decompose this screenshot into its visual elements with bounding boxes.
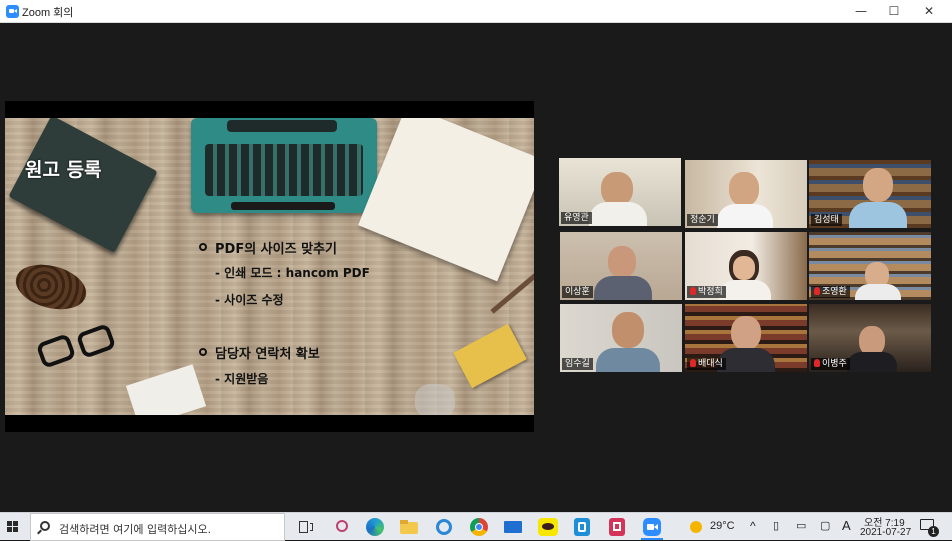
presentation-slide: 원고 등록 PDF의 사이즈 맞추기 - 인쇄 모드 : hancom PDF … xyxy=(5,118,534,415)
participant-name: 정순기 xyxy=(687,214,718,226)
muted-mic-icon xyxy=(814,287,820,295)
participant-name: 이상훈 xyxy=(562,286,593,298)
jar-image xyxy=(415,384,455,415)
glasses-image xyxy=(35,322,123,370)
muted-mic-icon xyxy=(690,359,696,367)
snipping-icon[interactable] xyxy=(332,517,352,537)
zoom-app-icon xyxy=(6,5,19,18)
window-title: Zoom 회의 xyxy=(22,7,74,19)
file-explorer-icon[interactable] xyxy=(399,517,419,537)
task-view-icon[interactable] xyxy=(296,517,316,537)
participant-name: 유영관 xyxy=(561,212,592,224)
internet-explorer-icon[interactable] xyxy=(434,517,454,537)
network-icon[interactable]: ▢ xyxy=(820,519,830,532)
video-tile[interactable]: 정순기 xyxy=(685,160,807,228)
usb-icon[interactable]: ▯ xyxy=(773,519,779,532)
bullet-marker xyxy=(199,348,207,356)
video-tile[interactable]: 김성태 xyxy=(809,160,931,228)
bullet-text: 담당자 연락처 확보 xyxy=(215,347,320,362)
slide-title: 원고 등록 xyxy=(25,159,102,181)
chrome-icon[interactable] xyxy=(469,517,489,537)
mail-icon[interactable] xyxy=(503,517,523,537)
video-tile[interactable]: 이상훈 xyxy=(560,232,682,300)
crop-app-icon[interactable] xyxy=(607,517,627,537)
chevron-up-icon[interactable]: ^ xyxy=(750,519,756,533)
battery-icon[interactable]: ▭ xyxy=(796,519,806,532)
video-tile[interactable]: 유영관 xyxy=(559,158,681,226)
typewriter-image xyxy=(191,118,377,213)
clock-date[interactable]: 2021-07-27 xyxy=(860,527,911,538)
zoom-window: Zoom 회의 — ☐ ✕ 원고 등록 PDF의 사이즈 맞추기 - 인쇄 모드… xyxy=(0,0,952,512)
taskbar-search[interactable]: 검색하려면 여기에 입력하십시오. xyxy=(30,513,285,541)
search-placeholder: 검색하려면 여기에 입력하십시오. xyxy=(59,523,212,536)
start-button[interactable] xyxy=(0,513,28,541)
video-tile[interactable]: 조영환 xyxy=(809,232,931,300)
participant-name: 김성태 xyxy=(811,214,842,226)
sub-bullet-text: - 인쇄 모드 : hancom PDF xyxy=(215,266,370,280)
sub-bullet-text: - 지원받음 xyxy=(215,372,269,386)
title-bar[interactable]: Zoom 회의 — ☐ ✕ xyxy=(0,0,952,23)
sub-bullet-text: - 사이즈 수정 xyxy=(215,293,284,307)
participant-name: 임수길 xyxy=(562,358,593,370)
bullet-text: PDF의 사이즈 맞추기 xyxy=(215,242,337,257)
notification-count: 1 xyxy=(928,526,939,537)
ime-indicator[interactable]: A xyxy=(842,518,851,533)
shared-screen: 원고 등록 PDF의 사이즈 맞추기 - 인쇄 모드 : hancom PDF … xyxy=(5,101,534,432)
weather-sun-icon[interactable] xyxy=(688,519,704,535)
participant-name: 박정희 xyxy=(687,286,726,298)
weather-temperature[interactable]: 29°C xyxy=(710,520,735,532)
bullet-marker xyxy=(199,243,207,251)
participant-name: 조영환 xyxy=(811,286,850,298)
edge-icon[interactable] xyxy=(365,517,385,537)
video-tile[interactable]: 배대식 xyxy=(685,304,807,372)
video-tile[interactable]: 박정희 xyxy=(685,232,807,300)
maximize-button[interactable]: ☐ xyxy=(877,0,911,23)
kakaotalk-icon[interactable] xyxy=(538,517,558,537)
participant-name: 이병주 xyxy=(811,358,850,370)
taskbar: 검색하려면 여기에 입력하십시오. 29°C ^ ▯ ▭ ▢ A 오전 7:19… xyxy=(0,512,952,541)
minimize-button[interactable]: — xyxy=(844,0,878,23)
muted-mic-icon xyxy=(814,359,820,367)
participant-name: 배대식 xyxy=(687,358,726,370)
muted-mic-icon xyxy=(690,287,696,295)
store-app-icon[interactable] xyxy=(572,517,592,537)
zoom-taskbar-icon[interactable] xyxy=(642,517,662,537)
video-tile[interactable]: 임수길 xyxy=(560,304,682,372)
close-button[interactable]: ✕ xyxy=(912,0,946,23)
video-tile[interactable]: 이병주 xyxy=(809,304,931,372)
search-icon xyxy=(40,521,50,531)
